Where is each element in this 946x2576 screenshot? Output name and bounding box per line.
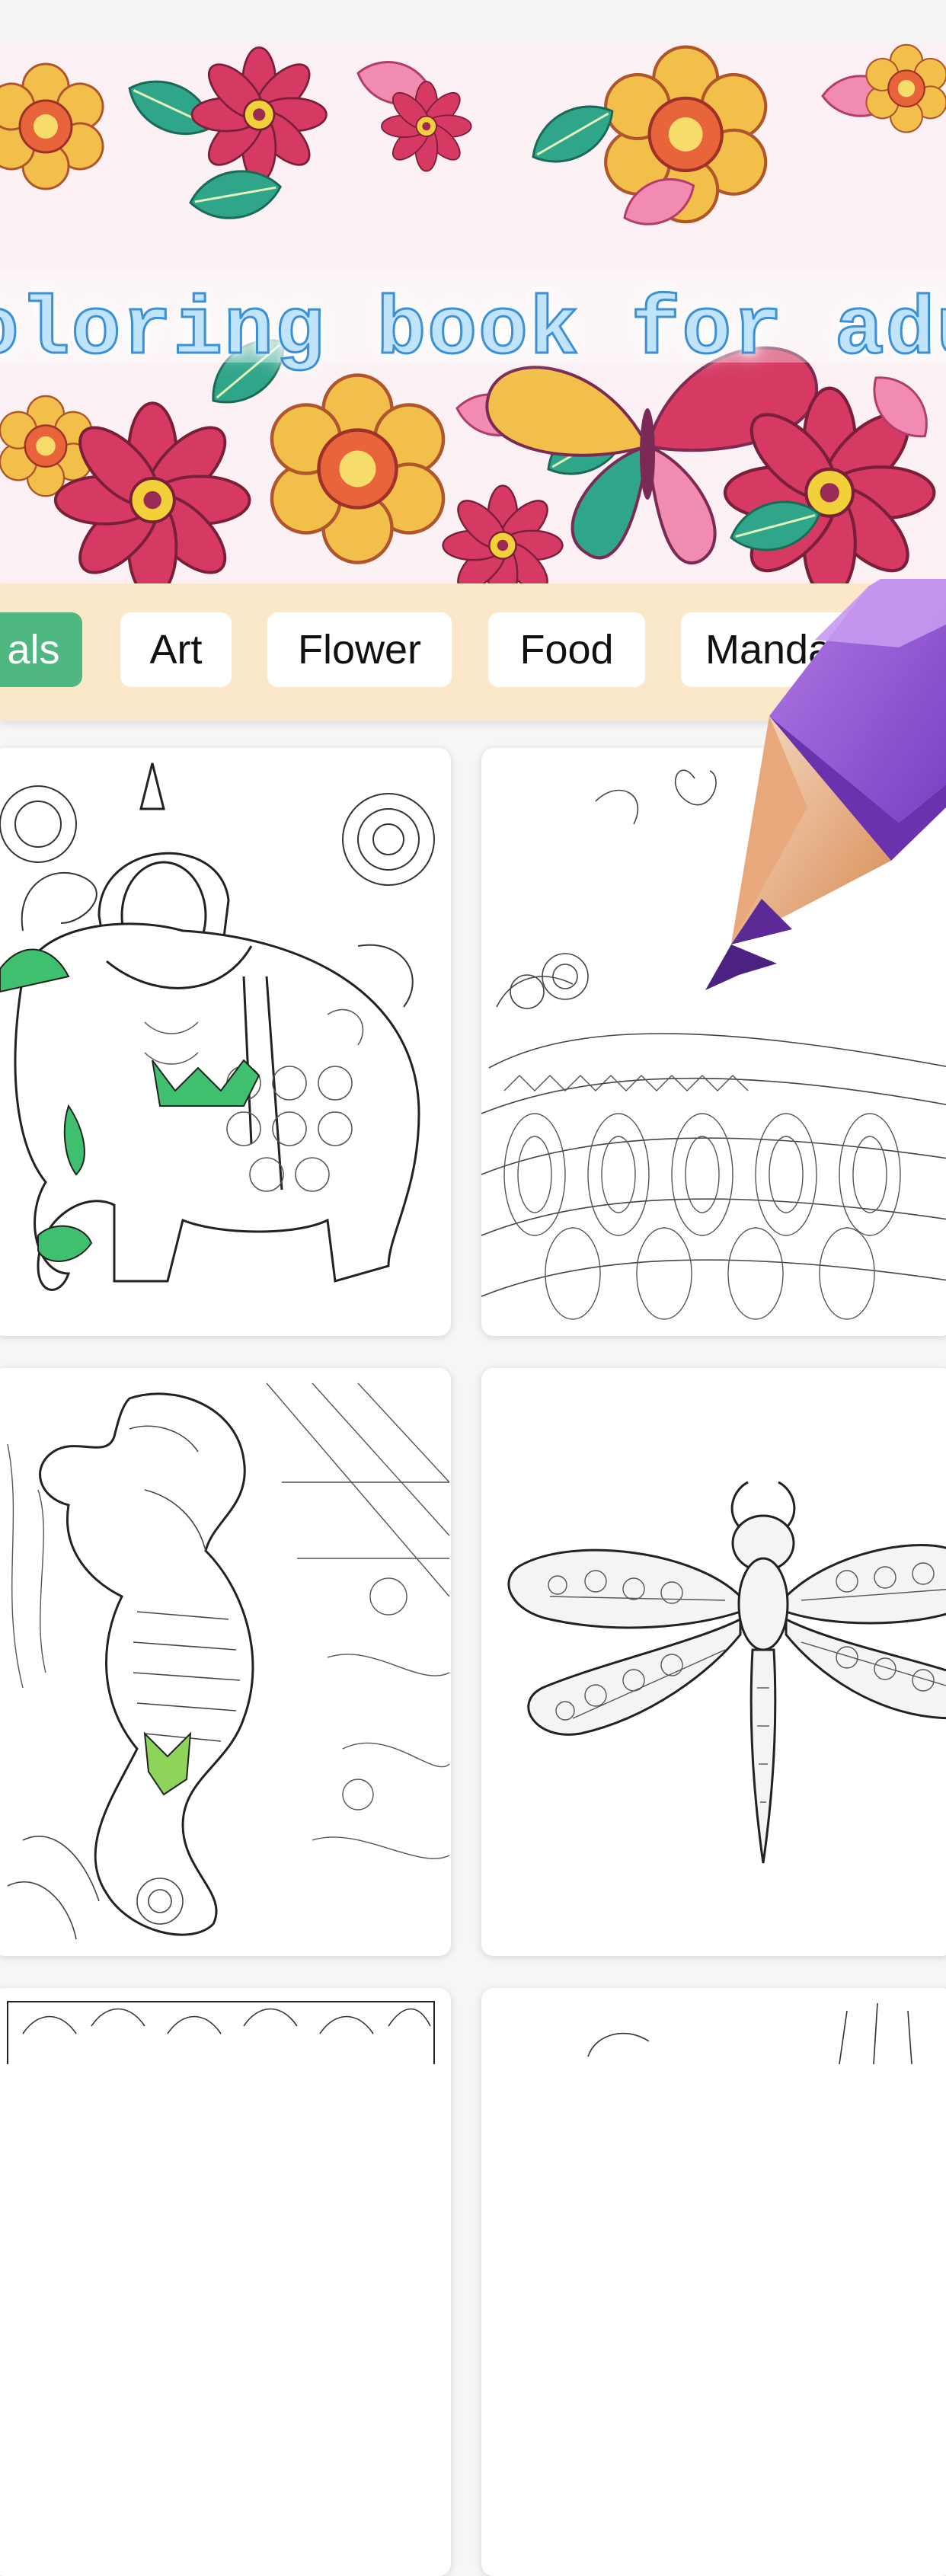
status-bar	[0, 0, 946, 43]
hero-banner: oloring book for adults	[0, 43, 946, 583]
pencil-icon	[705, 579, 946, 990]
coloring-page-card-seahorse[interactable]	[0, 1368, 451, 1956]
banner-title: oloring book for adults	[0, 284, 946, 379]
coloring-page-card-elephant[interactable]	[0, 748, 451, 1336]
dragonfly-line-art	[507, 1481, 946, 1864]
category-chip-food[interactable]: Food	[488, 612, 645, 687]
coloring-page-card-leaf-pattern[interactable]	[0, 1988, 451, 2576]
coloring-page-card-bird[interactable]	[481, 1988, 946, 2576]
category-chip-flower[interactable]: Flower	[267, 612, 452, 687]
category-chip-art[interactable]: Art	[120, 612, 232, 687]
coloring-page-card-dragonfly[interactable]	[481, 1368, 946, 1956]
seahorse-line-art	[7, 1382, 450, 1940]
leaf-pattern-line-art	[7, 2001, 435, 2064]
category-chip-animals[interactable]: als	[0, 612, 82, 687]
bird-line-art	[587, 2002, 912, 2064]
elephant-line-art	[0, 762, 435, 1291]
